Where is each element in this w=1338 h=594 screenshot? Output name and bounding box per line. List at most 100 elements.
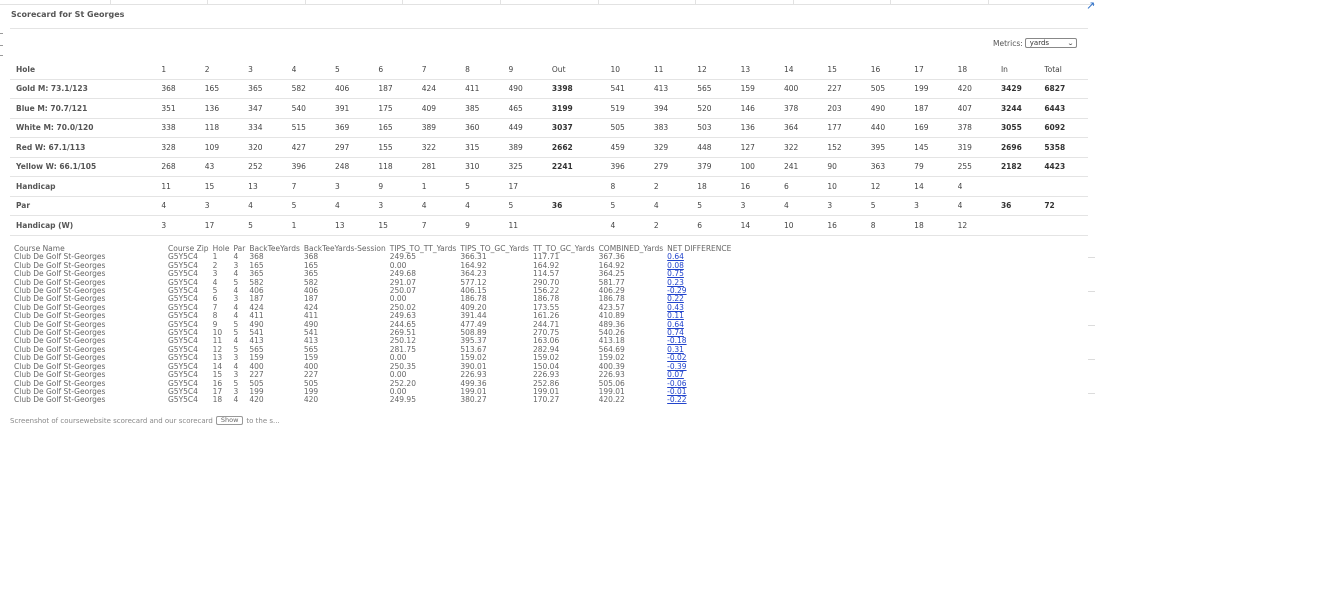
score-cell: 17 (914, 60, 958, 80)
score-cell: 155 (378, 137, 422, 158)
top-grid-strip (0, 0, 1095, 5)
score-cell: 7 (421, 215, 466, 236)
score-cell: 449 (508, 118, 552, 138)
score-cell: 427 (291, 137, 335, 158)
score-cell: 4 (334, 196, 379, 216)
score-cell: 383 (653, 118, 698, 138)
score-cell: 378 (957, 118, 1001, 138)
score-cell: 363 (870, 157, 915, 177)
raw-cell: 420 (249, 395, 264, 405)
score-cell (551, 176, 611, 197)
score-cell: 505 (870, 79, 915, 99)
scorecard-row: Yellow W: 66.1/105 268 43 252 396 248 118 281 31… (10, 157, 1088, 177)
score-cell: 9 (465, 215, 509, 236)
raw-cell: 18 (212, 395, 223, 405)
score-cell (551, 215, 611, 236)
score-cell: 4423 (1044, 157, 1088, 177)
score-cell: 369 (334, 118, 379, 138)
score-cell: 14 (914, 176, 958, 197)
metrics-select[interactable]: yards ⌄ (1024, 38, 1077, 48)
score-cell: 279 (653, 157, 698, 177)
score-cell: 3 (161, 215, 205, 236)
score-cell: 187 (914, 98, 958, 119)
score-cell: 4 (248, 196, 292, 216)
score-cell: 459 (610, 137, 654, 158)
footnote-text: Screenshot of coursewebsite scorecard an… (10, 416, 213, 425)
score-cell: 5 (334, 60, 379, 80)
score-cell: 394 (653, 98, 698, 119)
score-cell: 5 (465, 176, 509, 197)
score-cell: 338 (161, 118, 205, 138)
score-cell: 448 (697, 137, 741, 158)
scorecard-header-row: Hole 1 2 3 4 5 6 7 8 9 Out 10 11 12 13 14 15 16 17 18 In Tota… (10, 60, 1088, 80)
score-cell: 227 (827, 79, 871, 99)
score-cell: 1 (291, 215, 335, 236)
score-cell: 10 (827, 176, 871, 197)
score-cell: 4 (465, 196, 509, 216)
score-cell: 118 (378, 157, 422, 177)
score-cell: 18 (914, 215, 958, 236)
score-cell: 515 (291, 118, 335, 138)
score-cell (1044, 215, 1088, 236)
score-cell: 2182 (1000, 157, 1045, 177)
score-cell: In (1000, 60, 1045, 80)
score-cell: 79 (914, 157, 958, 177)
score-cell (1044, 176, 1088, 197)
score-cell: 389 (508, 137, 552, 158)
score-cell: 4 (957, 196, 1001, 216)
score-cell: 16 (827, 215, 871, 236)
score-cell: 145 (914, 137, 958, 158)
score-cell: 16 (870, 60, 915, 80)
footnote-show-button[interactable]: Show (215, 416, 244, 425)
score-cell: 490 (870, 98, 915, 119)
table-row: Club De Golf St-Georges G5Y5C4 3 4 365 365 249… (14, 269, 735, 278)
open-external-icon[interactable]: ↗ (1086, 0, 1095, 11)
footnote: Screenshot of coursewebsite scorecard an… (10, 416, 280, 425)
score-cell: 409 (421, 98, 466, 119)
raw-cell: 4 (233, 395, 239, 405)
score-cell: 3199 (551, 98, 611, 119)
score-cell: 540 (291, 98, 335, 119)
score-cell: 5358 (1044, 137, 1088, 158)
scorecard-row: Par 4 3 4 5 4 3 4 4 5 36 5 4 5 3 4 3 5 3 4 36 72 (10, 196, 1088, 216)
score-cell: 169 (914, 118, 958, 138)
score-cell: 252 (248, 157, 292, 177)
score-cell: 4 (161, 196, 205, 216)
score-cell: 520 (697, 98, 741, 119)
score-cell: 109 (204, 137, 249, 158)
score-cell: 152 (827, 137, 871, 158)
table-row: Club De Golf St-Georges G5Y5C4 16 5 505 505 25… (14, 379, 735, 388)
score-cell: 505 (610, 118, 654, 138)
score-cell: 424 (421, 79, 466, 99)
score-cell: 17 (508, 176, 552, 197)
raw-cell: G5Y5C4 (168, 395, 198, 405)
metrics-selected-value: yards (1029, 39, 1050, 47)
score-cell: 519 (610, 98, 654, 119)
score-cell: 281 (421, 157, 466, 177)
edge-marker (0, 33, 3, 34)
row-label: Red W: 67.1/113 (10, 137, 162, 158)
score-cell: 6827 (1044, 79, 1088, 99)
score-cell: 177 (827, 118, 871, 138)
score-cell: 13 (740, 60, 784, 80)
chevron-down-icon: ⌄ (1066, 39, 1074, 47)
score-cell: 199 (914, 79, 958, 99)
score-cell (1000, 176, 1045, 197)
score-cell: 72 (1044, 196, 1088, 216)
score-cell: 400 (784, 79, 828, 99)
score-cell: 9 (378, 176, 422, 197)
net-difference-link[interactable]: -0.22 (667, 395, 735, 404)
row-label: Yellow W: 66.1/105 (10, 157, 162, 177)
raw-header-row: Course Name Course Zip Hole Par BackTeeYards… (14, 244, 735, 253)
score-cell: 297 (334, 137, 379, 158)
raw-cell: 420.22 (598, 395, 625, 405)
score-cell: 541 (610, 79, 654, 99)
raw-data-table: Course Name Course Zip Hole Par BackTeeYards… (14, 244, 735, 405)
score-cell: 322 (421, 137, 466, 158)
score-cell: 6 (378, 60, 422, 80)
score-cell: 334 (248, 118, 292, 138)
score-cell: 3 (827, 196, 871, 216)
score-cell: 328 (161, 137, 205, 158)
score-cell: 385 (465, 98, 509, 119)
score-cell: 4 (610, 215, 654, 236)
